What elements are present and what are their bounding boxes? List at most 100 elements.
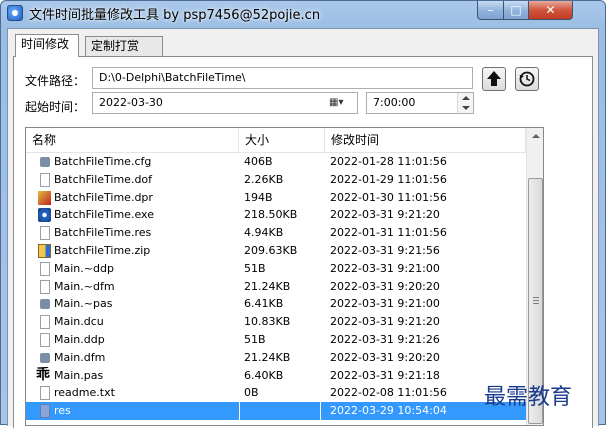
row-size [239,402,321,420]
column-name[interactable]: 名称 [26,128,239,153]
table-row[interactable]: BatchFileTime.exe 218.50KB 2022-03-31 9:21… [26,206,526,224]
table-row[interactable]: BatchFileTime.dof 2.26KB 2022-01-29 11:01:… [26,171,526,189]
row-size: 2.26KB [244,172,284,186]
row-name: BatchFileTime.cfg [34,153,242,171]
table-row[interactable]: BatchFileTime.res 4.94KB 2022-01-31 11:01:… [26,224,526,242]
row-name: res [34,402,242,420]
document-icon [40,315,50,330]
row-name: Main.~pas [34,295,242,313]
row-size: 51B [244,261,266,275]
table-row[interactable]: readme.txt 0B 2022-02-08 11:01:56 [26,384,526,402]
refresh-button[interactable] [515,67,539,91]
up-folder-button[interactable] [482,67,506,91]
maximize-button[interactable]: □ [503,1,529,20]
row-size: 10.83KB [244,315,291,329]
row-name-text: BatchFileTime.res [54,226,152,240]
table-row[interactable]: Main.~pas 6.41KB 2022-03-31 9:21:00 [26,295,526,313]
row-name-text: Main.dcu [54,315,104,329]
row-name: 乖 Main.pas [34,367,242,385]
row-size: 51B [244,332,266,346]
date-value: 2022-03-30 [99,96,163,109]
gear-file-icon [40,352,50,363]
calendar-dropdown-icon[interactable]: ▦▾ [329,96,353,110]
column-modified[interactable]: 修改时间 [325,128,526,153]
table-row[interactable]: BatchFileTime.cfg 406B 2022-01-28 11:01:56 [26,153,526,171]
tab-donate[interactable]: 定制打赏 [85,36,163,56]
table-row[interactable]: BatchFileTime.zip 209.63KB 2022-03-31 9:21… [26,242,526,260]
row-name: BatchFileTime.res [34,224,242,242]
list-rows: BatchFileTime.cfg 406B 2022-01-28 11:01:56… [26,153,526,420]
document-icon [40,226,50,241]
title-bar[interactable]: 文件时间批量修改工具 by psp7456@52pojie.cn – □ ✕ [1,1,605,25]
row-name-text: BatchFileTime.zip [54,243,151,257]
row-modified: 2022-03-31 9:21:20 [330,208,440,222]
close-button[interactable]: ✕ [528,1,573,20]
time-spin-input[interactable]: 7:00:00 [366,92,474,114]
gear-file-icon [40,157,50,167]
row-modified: 2022-03-31 9:21:00 [330,297,440,311]
row-modified: 2022-01-28 11:01:56 [330,155,447,168]
document-icon [40,261,50,276]
row-name: BatchFileTime.dof [34,171,242,189]
row-size: 194B [244,190,273,204]
table-row[interactable]: Main.~dfm 21.24KB 2022-03-31 9:20:20 [26,278,526,296]
grip-icon [533,297,539,304]
row-name-text: readme.txt [54,386,115,400]
file-list[interactable]: 名称 大小 修改时间 BatchFileTime.cfg 406B 2022-01-… [25,127,544,426]
history-icon [519,71,535,87]
row-modified: 2022-03-31 9:20:20 [330,350,440,364]
document-icon [40,332,50,347]
path-label: 文件路径： [25,74,86,88]
row-name-text: BatchFileTime.cfg [54,155,152,168]
tab-time-modify[interactable]: 时间修改 [15,34,79,57]
minimize-icon: – [487,3,494,17]
row-name-text: res [54,404,71,418]
row-name: Main.dcu [34,313,242,331]
start-time-label: 起始时间： [25,100,86,114]
minimize-button[interactable]: – [477,1,504,20]
date-picker[interactable]: 2022-03-30 ▦▾ [92,92,358,114]
row-name: BatchFileTime.exe [34,206,242,224]
row-name-text: Main.dfm [54,350,106,364]
table-row[interactable]: res 2022-03-29 10:54:04 [26,402,526,420]
app-window: 文件时间批量修改工具 by psp7456@52pojie.cn – □ ✕ 时… [0,0,606,428]
table-row[interactable]: Main.dcu 10.83KB 2022-03-31 9:21:20 [26,313,526,331]
row-size: 0B [244,386,259,400]
table-row[interactable]: Main.dfm 21.24KB 2022-03-31 9:20:20 [26,349,526,367]
document-icon [40,172,50,187]
table-row[interactable]: Main.~ddp 51B 2022-03-31 9:21:00 [26,260,526,278]
table-row[interactable]: 乖 Main.pas 6.40KB 2022-03-31 9:21:18 [26,367,526,385]
path-input[interactable]: D:\0-Delphi\BatchFileTime\ [92,67,473,89]
row-name-text: BatchFileTime.dof [54,172,153,186]
table-row[interactable]: BatchFileTime.dpr 194B 2022-01-30 11:01:56 [26,189,526,207]
row-name: readme.txt [34,384,242,402]
row-size: 21.24KB [244,350,291,364]
row-size: 4.94KB [244,226,284,240]
table-row[interactable]: Main.ddp 51B 2022-03-31 9:21:26 [26,331,526,349]
document-icon [40,279,50,294]
time-spin-buttons[interactable] [457,93,473,113]
pascal-source-icon: 乖 [36,366,50,383]
list-header: 名称 大小 修改时间 [26,128,526,153]
row-name-text: BatchFileTime.exe [54,208,154,222]
delphi-project-icon [38,190,51,205]
row-modified: 2022-03-31 9:20:20 [330,279,440,293]
row-name-text: BatchFileTime.dpr [54,190,153,204]
watermark-logo: 最需教育 [484,385,573,410]
maximize-icon: □ [510,3,522,17]
row-modified: 2022-01-29 11:01:56 [330,172,447,186]
row-name-text: Main.~ddp [54,261,114,275]
window-title: 文件时间批量修改工具 by psp7456@52pojie.cn [29,8,321,23]
executable-icon [38,208,51,223]
row-name: Main.ddp [34,331,242,349]
scroll-up-icon[interactable] [527,128,543,145]
archive-icon [38,243,51,258]
row-size: 21.24KB [244,279,291,293]
row-name: Main.~dfm [34,278,242,296]
folder-icon [40,404,50,419]
time-value: 7:00:00 [373,96,416,109]
up-arrow-icon [487,71,501,86]
column-size[interactable]: 大小 [239,128,325,153]
row-name: BatchFileTime.dpr [34,189,242,207]
row-name-text: Main.ddp [54,332,105,346]
